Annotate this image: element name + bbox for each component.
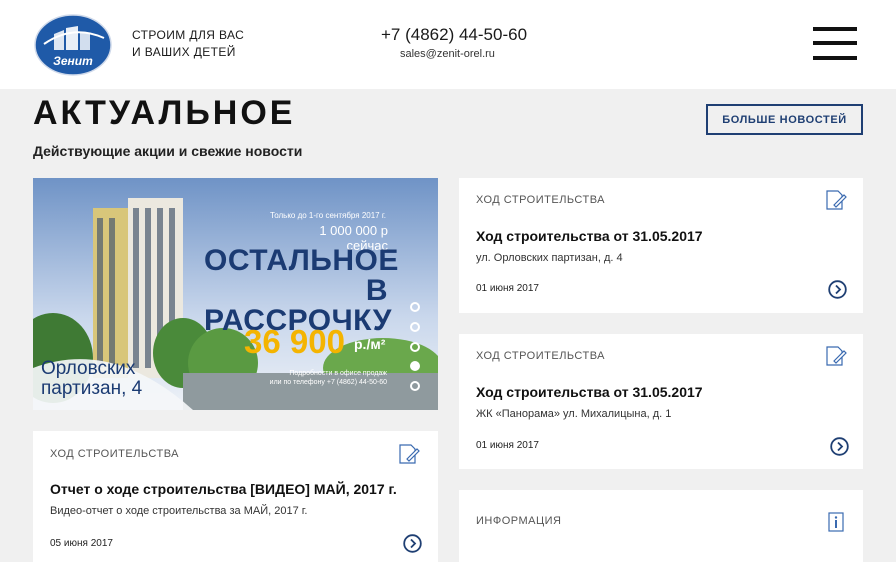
slider-dot-3[interactable] [410,342,420,352]
news-card[interactable]: ХОД СТРОИТЕЛЬСТВА Отчет о ходе строитель… [33,431,438,562]
card-title[interactable]: Ход строительства от 31.05.2017 [476,384,703,400]
card-description: Видео-отчет о ходе строительства за МАЙ,… [50,505,308,517]
card-title[interactable]: Ход строительства от 31.05.2017 [476,228,703,244]
section-title: АКТУАЛЬНОЕ [33,94,296,132]
card-date: 05 июня 2017 [50,538,113,549]
hamburger-menu-icon[interactable] [813,27,857,61]
news-card[interactable]: ХОД СТРОИТЕЛЬСТВА Ход строительства от 3… [459,334,863,469]
section-subtitle: Действующие акции и свежие новости [33,143,303,159]
email-link[interactable]: sales@zenit-orel.ru [400,48,495,60]
arrow-right-circle-icon[interactable] [830,437,849,456]
card-category: ИНФОРМАЦИЯ [476,515,562,527]
promo-address: Орловских партизан, 4 [41,358,143,399]
slider-dot-5[interactable] [410,381,420,391]
card-description: ул. Орловских партизан, д. 4 [476,252,623,264]
more-news-button[interactable]: БОЛЬШЕ НОВОСТЕЙ [706,104,863,135]
card-category: ХОД СТРОИТЕЛЬСТВА [476,350,606,362]
news-card[interactable]: ИНФОРМАЦИЯ [459,490,863,562]
info-icon [828,512,844,532]
arrow-right-circle-icon[interactable] [403,534,422,553]
slider-dot-4[interactable] [410,361,420,371]
promo-deadline: Только до 1-го сентября 2017 г. [269,211,386,220]
promo-price: 36 900 [244,323,345,360]
site-header: Зенит СТРОИМ ДЛЯ ВАС И ВАШИХ ДЕТЕЙ +7 (4… [0,0,896,89]
arrow-right-circle-icon[interactable] [828,280,847,299]
card-date: 01 июня 2017 [476,440,539,451]
promo-note: Подробности в офисе продаж или по телефо… [269,370,387,386]
promo-price-unit: р./м² [354,336,386,352]
card-category: ХОД СТРОИТЕЛЬСТВА [476,194,606,206]
card-category: ХОД СТРОИТЕЛЬСТВА [50,448,180,460]
card-date: 01 июня 2017 [476,283,539,294]
tagline: СТРОИМ ДЛЯ ВАС И ВАШИХ ДЕТЕЙ [132,28,245,59]
phone-number[interactable]: +7 (4862) 44-50-60 [381,25,527,45]
zenit-logo[interactable]: Зенит [34,14,112,76]
news-card[interactable]: ХОД СТРОИТЕЛЬСТВА Ход строительства от 3… [459,178,863,313]
document-pen-icon [826,190,847,210]
svg-text:Зенит: Зенит [53,54,93,68]
card-title[interactable]: Отчет о ходе строительства [ВИДЕО] МАЙ, … [50,481,397,497]
card-description: ЖК «Панорама» ул. Михалицына, д. 1 [476,408,672,420]
slider-dot-2[interactable] [410,322,420,332]
slider-dot-1[interactable] [410,302,420,312]
document-pen-icon [399,444,420,464]
document-pen-icon [826,346,847,366]
